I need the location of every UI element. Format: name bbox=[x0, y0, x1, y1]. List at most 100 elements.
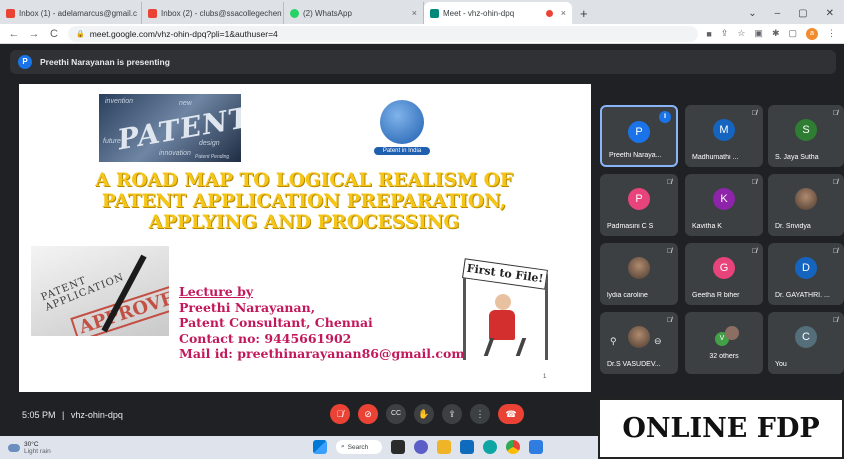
tab-label: Inbox (2) - clubs@ssacollegechen bbox=[161, 8, 282, 18]
patent-in-india-logo: Patent in India bbox=[374, 96, 430, 164]
close-tab-icon[interactable]: × bbox=[561, 8, 566, 18]
mic-off-icon: 🎙̸ bbox=[832, 317, 838, 324]
url-input[interactable]: 🔒 meet.google.com/vhz-ohin-dpq?pli=1&aut… bbox=[68, 25, 699, 42]
participant-tile[interactable]: ⫴ P Preethi Naraya... bbox=[600, 105, 678, 167]
close-tab-icon[interactable]: × bbox=[412, 8, 417, 18]
photos-icon[interactable] bbox=[529, 440, 543, 454]
maximize-icon[interactable]: ▢ bbox=[798, 8, 807, 19]
mic-off-icon: 🎙̸ bbox=[666, 179, 672, 186]
mic-toggle-button[interactable]: 🎙̸ bbox=[330, 404, 350, 424]
runner-head bbox=[495, 294, 511, 310]
end-call-button[interactable]: ☎ bbox=[498, 404, 524, 424]
collage-word: new bbox=[179, 100, 192, 107]
participant-tile[interactable]: 🎙̸ lydia caroline bbox=[600, 243, 678, 305]
raise-hand-button[interactable]: ✋ bbox=[414, 404, 434, 424]
browser-tab-strip: Inbox (1) - adelamarcus@gmail.c × Inbox … bbox=[0, 0, 844, 24]
mic-off-icon: 🎙̸ bbox=[666, 317, 672, 324]
participant-tile[interactable]: 🎙̸ Dr. Srividya bbox=[768, 174, 844, 236]
participant-tile[interactable]: 🎙̸ ⚲ ⊖ Dr.S VASUDEV... bbox=[600, 312, 678, 374]
tab-search-icon[interactable]: ⌄ bbox=[748, 8, 756, 19]
meeting-time: 5:05 PM bbox=[22, 410, 56, 420]
puzzle-icon[interactable]: ✱ bbox=[772, 28, 780, 39]
runner-legs bbox=[483, 338, 527, 356]
participant-name: You bbox=[775, 361, 787, 368]
address-bar: ← → C 🔒 meet.google.com/vhz-ohin-dpq?pli… bbox=[0, 24, 844, 44]
participant-tile[interactable]: 🎙̸ M Madhumathi ... bbox=[685, 105, 763, 167]
participant-name: 32 others bbox=[709, 353, 739, 360]
bookmark-star-icon[interactable]: ☆ bbox=[737, 28, 745, 39]
finish-post bbox=[463, 274, 466, 360]
profile-avatar[interactable]: a bbox=[806, 27, 818, 40]
minimize-icon[interactable]: – bbox=[775, 8, 781, 19]
chat-icon[interactable] bbox=[414, 440, 428, 454]
chrome-icon[interactable] bbox=[506, 440, 520, 454]
sidepanel-icon[interactable]: ▢ bbox=[788, 28, 797, 39]
tab-gmail-2[interactable]: Inbox (2) - clubs@ssacollegechen × bbox=[142, 2, 284, 24]
participant-tile[interactable]: 🎙̸ K Kavitha K bbox=[685, 174, 763, 236]
logo-caption: Patent in India bbox=[374, 147, 430, 155]
participant-name: S. Jaya Sutha bbox=[775, 154, 819, 161]
gmail-icon bbox=[148, 8, 157, 18]
collage-word: invention bbox=[105, 98, 134, 105]
back-icon[interactable]: ← bbox=[8, 28, 20, 40]
captions-button[interactable]: CC bbox=[386, 404, 406, 424]
close-window-icon[interactable]: ✕ bbox=[826, 8, 834, 19]
collage-word: Patent Pending bbox=[195, 154, 230, 160]
mic-off-icon: 🎙̸ bbox=[832, 248, 838, 255]
mic-off-icon: 🎙̸ bbox=[751, 179, 757, 186]
participant-tile-self[interactable]: 🎙̸ C You bbox=[768, 312, 844, 374]
taskbar-search[interactable]: ⌕ Search bbox=[336, 440, 382, 454]
camera-toggle-button[interactable]: ⊘ bbox=[358, 404, 378, 424]
speaking-icon: ⫴ bbox=[659, 111, 671, 123]
globe-icon bbox=[380, 100, 424, 144]
menu-icon[interactable]: ⋮ bbox=[827, 28, 836, 39]
share-icon[interactable]: ⇪ bbox=[721, 28, 729, 39]
windows-start-icon[interactable] bbox=[313, 440, 327, 454]
slide-page-number: 1 bbox=[543, 374, 547, 380]
online-fdp-label: ONLINE FDP bbox=[598, 398, 844, 459]
participant-name: Madhumathi ... bbox=[692, 154, 739, 161]
temperature: 30°C bbox=[24, 440, 39, 448]
pin-icon[interactable]: ⚲ bbox=[610, 336, 617, 347]
avatar: K bbox=[713, 188, 735, 210]
file-explorer-icon[interactable] bbox=[437, 440, 451, 454]
collage-word: innovation bbox=[159, 150, 191, 157]
search-label: Search bbox=[347, 443, 369, 451]
participant-tile[interactable]: 🎙̸ D Dr. GAYATHRI. ... bbox=[768, 243, 844, 305]
url-text: meet.google.com/vhz-ohin-dpq?pli=1&authu… bbox=[89, 28, 278, 39]
mic-off-icon: 🎙̸ bbox=[666, 248, 672, 255]
forward-icon[interactable]: → bbox=[28, 28, 40, 40]
search-icon: ⌕ bbox=[341, 443, 345, 450]
windows-taskbar: 30°C Light rain ⌕ Search bbox=[0, 436, 598, 459]
tab-label: (2) WhatsApp bbox=[303, 8, 352, 18]
participant-tile[interactable]: 🎙̸ G Geetha R biher bbox=[685, 243, 763, 305]
participant-name: Dr. Srividya bbox=[775, 223, 811, 230]
reload-icon[interactable]: C bbox=[48, 28, 60, 40]
more-options-button[interactable]: ⋮ bbox=[470, 404, 490, 424]
participant-tile[interactable]: 🎙̸ S S. Jaya Sutha bbox=[768, 105, 844, 167]
meeting-info: 5:05 PM | vhz-ohin-dpq bbox=[22, 410, 123, 420]
store-icon[interactable] bbox=[460, 440, 474, 454]
separator: | bbox=[62, 410, 65, 420]
remove-icon[interactable]: ⊖ bbox=[654, 336, 662, 347]
participant-tile[interactable]: 🎙̸ P Padmasini C S bbox=[600, 174, 678, 236]
tab-whatsapp[interactable]: (2) WhatsApp × bbox=[284, 2, 424, 24]
meet-icon bbox=[430, 8, 439, 18]
present-button[interactable]: ⇪ bbox=[442, 404, 462, 424]
new-tab-button[interactable]: + bbox=[572, 2, 596, 24]
task-view-icon[interactable] bbox=[391, 440, 405, 454]
camera-indicator-icon[interactable]: ■ bbox=[706, 29, 711, 39]
lecture-line: Contact no: 9445661902 bbox=[179, 330, 352, 346]
recording-dot-icon bbox=[545, 9, 553, 17]
avatar: C bbox=[795, 326, 817, 348]
participant-tile-others[interactable]: V 32 others bbox=[685, 312, 763, 374]
lecture-line: Patent Consultant, Chennai bbox=[179, 315, 373, 330]
lecture-details: Lecture by Preethi Narayanan, Patent Con… bbox=[179, 284, 465, 362]
tab-gmail-1[interactable]: Inbox (1) - adelamarcus@gmail.c × bbox=[0, 2, 142, 24]
avatar: P bbox=[628, 188, 650, 210]
cloud-icon bbox=[8, 443, 20, 452]
tab-meet[interactable]: Meet - vhz-ohin-dpq × bbox=[424, 2, 572, 24]
extension-icon[interactable]: ▣ bbox=[754, 28, 763, 39]
weather-widget[interactable]: 30°C Light rain bbox=[0, 441, 51, 455]
edge-icon[interactable] bbox=[483, 440, 497, 454]
